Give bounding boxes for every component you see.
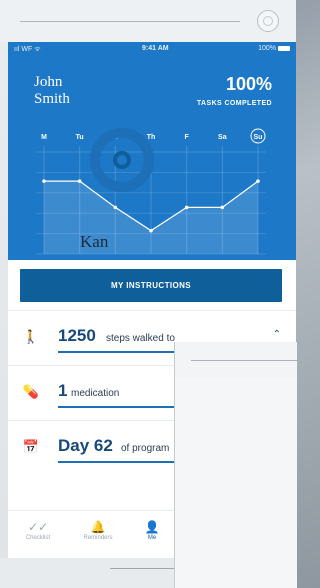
tasks-completed-label: TASKS COMPLETED [196,100,272,107]
brand-logo-dot-icon [113,151,131,169]
steps-value: 1250 [58,326,96,345]
home-indicator [110,568,182,569]
steps-progress-bar [58,351,184,353]
tab-checklist[interactable]: ✓✓ Checklist [8,519,68,541]
speaker-slot [20,21,240,22]
pill-icon: 💊 [22,384,40,399]
status-bar: ııl WF ᯤ 9:41 AM 100% [14,45,290,57]
walking-icon: 🚶 [22,329,40,344]
program-day-text: of program [121,443,170,454]
chart-point [113,205,118,210]
program-day-value: Day 62 [58,436,113,455]
overlay-card-body [175,378,297,588]
chart-day-label: M [41,134,47,141]
chart-point [184,205,189,210]
overlay-divider [191,360,297,361]
user-name: John Smith [34,74,70,108]
overlay-card [174,342,297,588]
medication-text: medication [71,388,120,399]
chart-day-label: Tu [76,134,84,141]
chart-point [220,205,225,210]
status-time: 9:41 AM [142,45,169,52]
chart-day-label: Su [254,134,263,141]
program-progress-bar [58,461,184,463]
brand-text: Kan [80,232,109,251]
chart-point [256,179,260,183]
battery-icon [278,45,290,51]
my-instructions-button[interactable]: MY INSTRUCTIONS [20,269,282,302]
bell-icon: 🔔 [90,520,106,534]
signal-wifi-indicator: ııl WF ᯤ [14,46,41,53]
chart-point [77,179,82,183]
tab-label-checklist: Checklist [25,535,51,541]
battery-indicator: 100% [258,45,290,52]
chart-day-label: Th [147,134,156,141]
steps-text: steps walked to [106,333,175,344]
chevron-up-icon[interactable]: ⌃ [273,329,281,340]
tab-label-me: Me [147,535,157,541]
chart-day-label: F [185,134,190,141]
camera-icon [257,10,279,32]
chart-point [149,228,153,233]
completion-percent: 100% [225,74,272,94]
checkmarks-icon: ✓✓ [27,520,49,534]
tab-reminders[interactable]: 🔔 Reminders [68,519,128,541]
first-name: John [34,74,63,90]
medication-progress-bar [58,406,184,408]
chart-day-label: Sa [218,134,227,141]
weekly-progress-chart: M Tu W Th F Sa Su [36,128,266,255]
last-name: Smith [34,91,70,107]
tab-label-reminders: Reminders [83,535,113,541]
battery-percent: 100% [258,45,276,52]
medication-value: 1 [58,381,68,400]
person-icon: 👤 [144,520,160,534]
chart-point [42,179,46,183]
tab-me[interactable]: 👤 Me [122,519,182,541]
calendar-icon: 📅 [22,439,40,454]
